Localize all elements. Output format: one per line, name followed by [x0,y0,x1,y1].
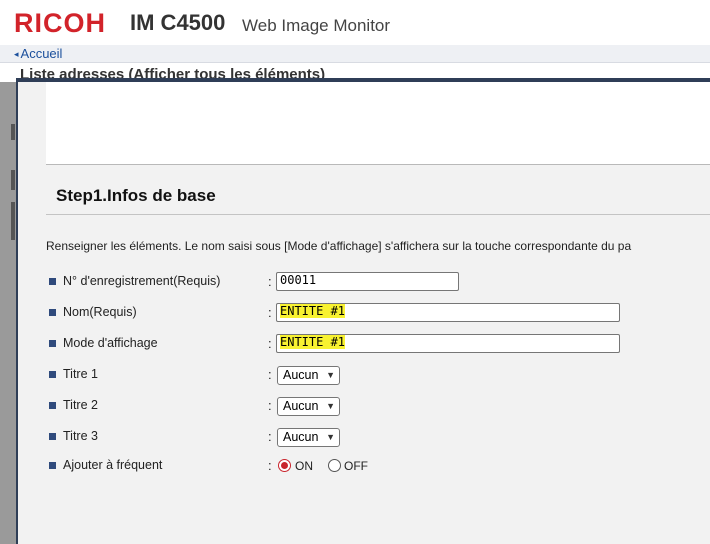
frequent-on-radio[interactable] [278,459,291,472]
colon: : [268,305,272,320]
instructions-text: Renseigner les éléments. Le nom saisi so… [46,239,632,253]
name-input[interactable]: ENTITE #1 [276,303,620,322]
chevron-down-icon: ▼ [326,370,335,380]
radio-label-on: ON [295,459,313,473]
dialog-top-area [46,82,710,165]
chevron-down-icon: ▼ [326,432,335,442]
colon: : [268,336,272,351]
background-control [11,170,15,190]
title3-select[interactable]: Aucun ▼ [277,428,340,447]
background-control [11,202,15,240]
nav-bar: ◂ Accueil [0,45,710,63]
field-label: Ajouter à fréquent [63,458,163,472]
select-value: Aucun [283,368,319,382]
chevron-down-icon: ▼ [326,401,335,411]
device-model: IM C4500 [130,10,226,35]
colon: : [268,367,272,382]
field-row-title3: Titre 3 : Aucun ▼ [46,426,710,448]
colon: : [268,429,272,444]
title2-select[interactable]: Aucun ▼ [277,397,340,416]
field-label: Titre 2 [63,398,98,412]
app-header: RICOH IM C4500 Web Image Monitor [0,0,710,45]
bullet-icon [49,309,56,316]
ricoh-logo: RICOH [14,8,106,38]
home-link[interactable]: ◂ Accueil [14,46,62,61]
field-label: Titre 1 [63,367,98,381]
field-row-frequent: Ajouter à fréquent : ON OFF [46,455,710,477]
bullet-icon [49,402,56,409]
field-row-title1: Titre 1 : Aucun ▼ [46,364,710,386]
field-label: N° d'enregistrement(Requis) [63,274,221,288]
highlighted-value: ENTITE #1 [280,304,346,318]
field-row-name: Nom(Requis) : ENTITE #1 [46,302,710,324]
registration-no-input[interactable]: 00011 [276,272,459,291]
entry-dialog: Step1.Infos de base Renseigner les éléme… [16,78,710,544]
field-label: Nom(Requis) [63,305,137,319]
dialog-body: Step1.Infos de base Renseigner les éléme… [18,82,710,544]
highlighted-value: ENTITE #1 [280,335,346,349]
bullet-icon [49,340,56,347]
step-title: Step1.Infos de base [56,186,216,205]
title1-select[interactable]: Aucun ▼ [277,366,340,385]
display-mode-input[interactable]: ENTITE #1 [276,334,620,353]
product-name: Web Image Monitor [242,16,391,35]
field-row-title2: Titre 2 : Aucun ▼ [46,395,710,417]
bullet-icon [49,278,56,285]
bullet-icon [49,371,56,378]
home-link-label: Accueil [20,46,63,61]
select-value: Aucun [283,430,319,444]
bullet-icon [49,462,56,469]
bullet-icon [49,433,56,440]
radio-label-off: OFF [344,459,368,473]
colon: : [268,398,272,413]
field-label: Titre 3 [63,429,98,443]
divider [46,214,710,215]
chevron-left-icon: ◂ [14,49,19,59]
frequent-off-radio[interactable] [328,459,341,472]
colon: : [268,274,272,289]
field-row-registration-no: N° d'enregistrement(Requis) : 00011 [46,271,710,293]
background-control [11,124,15,140]
field-row-display-mode: Mode d'affichage : ENTITE #1 [46,333,710,355]
field-label: Mode d'affichage [63,336,158,350]
colon: : [268,458,272,473]
select-value: Aucun [283,399,319,413]
